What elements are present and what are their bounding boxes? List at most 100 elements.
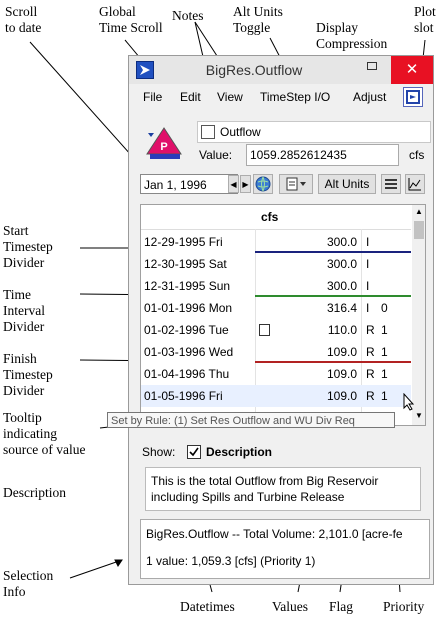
minimize-button[interactable] — [357, 58, 387, 80]
scrollbar-thumb[interactable] — [414, 221, 424, 239]
value-label: Value: — [199, 148, 233, 162]
show-label: Show: — [142, 445, 176, 459]
window-title: BigRes.Outflow — [205, 62, 303, 78]
row-flag: I — [366, 257, 370, 271]
table-row[interactable]: 01-04-1996 Thu 109.0 R 1 — [141, 363, 411, 385]
slot-dialog-window: BigRes.Outflow ✕ File Edit View TimeStep… — [128, 55, 434, 585]
row-value[interactable]: 300.0 — [255, 235, 357, 249]
row-value[interactable]: 300.0 — [255, 257, 357, 271]
row-value[interactable]: 109.0 — [255, 389, 357, 403]
row-priority: 1 — [381, 323, 388, 337]
row-flag: R — [366, 323, 375, 337]
scroll-up-icon[interactable]: ▲ — [415, 207, 423, 216]
description-text: This is the total Outflow from Big Reser… — [145, 467, 421, 511]
row-flag: R — [366, 345, 375, 359]
scroll-down-icon[interactable]: ▼ — [415, 411, 423, 420]
annotation-flag: Flag — [329, 599, 354, 614]
units-label: cfs — [409, 148, 425, 162]
close-icon: ✕ — [405, 61, 419, 78]
selection-summary: BigRes.Outflow -- Total Volume: 2,101.0 … — [146, 527, 403, 541]
menu-bar: File Edit View TimeStep I/O Adjust — [129, 86, 433, 108]
menu-edit[interactable]: Edit — [180, 90, 201, 104]
checkmark-icon — [189, 447, 199, 457]
notes-button[interactable] — [279, 174, 313, 194]
display-compression-button[interactable] — [381, 174, 401, 194]
row-flag: I — [366, 301, 370, 315]
table-row[interactable]: 01-03-1996 Wed 109.0 R 1 — [141, 341, 411, 363]
annotation-notes: Notes — [172, 8, 204, 23]
date-forward-button[interactable]: ▶ — [240, 175, 251, 193]
slot-picture-letter: P — [160, 141, 167, 153]
row-priority: 0 — [381, 301, 388, 315]
selection-info-panel: BigRes.Outflow -- Total Volume: 2,101.0 … — [140, 519, 430, 579]
row-value[interactable]: 316.4 — [255, 301, 357, 315]
window-toggle-icon[interactable] — [403, 87, 423, 107]
column-header: cfs — [141, 205, 411, 230]
arrow-right-icon: ▶ — [242, 180, 249, 189]
row-datetime: 01-05-1996 Fri — [144, 389, 223, 403]
annotation-finish-timestep-divider: Finish Timestep Divider — [3, 351, 53, 398]
annotation-start-timestep-divider: Start Timestep Divider — [3, 223, 53, 270]
scroll-to-date-field[interactable]: Jan 1, 1996 — [140, 174, 238, 194]
menu-view[interactable]: View — [217, 90, 243, 104]
table-row[interactable]: 12-30-1995 Sat 300.0 I — [141, 253, 411, 275]
compression-lines-icon — [385, 179, 397, 189]
row-value[interactable]: 110.0 — [255, 323, 357, 337]
slot-name: Outflow — [220, 125, 261, 139]
column-header-units: cfs — [261, 210, 279, 224]
table-row[interactable]: 01-02-1996 Tue 110.0 R 1 — [141, 319, 411, 341]
table-row[interactable]: 12-31-1995 Sun 300.0 I — [141, 275, 411, 297]
plot-slot-button[interactable] — [405, 174, 425, 194]
row-datetime: 01-02-1996 Tue — [144, 323, 229, 337]
plot-icon — [408, 178, 421, 191]
annotation-plot-slot: Plot slot — [414, 4, 436, 35]
minimize-icon — [367, 62, 377, 70]
annotation-description: Description — [3, 485, 66, 500]
description-checkbox[interactable] — [187, 445, 201, 459]
annotation-global-time-scroll: Global Time Scroll — [99, 4, 163, 35]
annotation-scroll-to-date: Scroll to date — [5, 4, 42, 35]
row-datetime: 01-03-1996 Wed — [144, 345, 234, 359]
mouse-cursor-icon — [403, 393, 415, 411]
globe-icon — [255, 176, 271, 192]
menu-timestep-io[interactable]: TimeStep I/O — [260, 90, 330, 104]
row-flag: I — [366, 279, 370, 293]
annotation-display-compression: Display Compression — [316, 20, 388, 51]
row-value[interactable]: 300.0 — [255, 279, 357, 293]
date-back-button[interactable]: ◀ — [228, 175, 239, 193]
row-datetime: 01-01-1996 Mon — [144, 301, 233, 315]
timeseries-table: cfs 12-29-1995 Fri 300.0 I 12-30-1995 Sa… — [140, 204, 426, 426]
series-slot-icon — [201, 125, 215, 139]
notes-icon — [286, 177, 306, 191]
menu-adjust[interactable]: Adjust — [353, 90, 386, 104]
alt-units-button[interactable]: Alt Units — [318, 174, 376, 194]
row-value[interactable]: 109.0 — [255, 367, 357, 381]
close-button[interactable]: ✕ — [391, 56, 433, 84]
row-datetime: 12-29-1995 Fri — [144, 235, 223, 249]
table-scrollbar[interactable]: ▲ ▼ — [412, 205, 425, 425]
description-checkbox-label: Description — [206, 445, 273, 459]
row-priority: 1 — [381, 345, 388, 359]
arrow-left-icon: ◀ — [230, 180, 237, 189]
global-time-scroll-button[interactable] — [253, 174, 273, 194]
annotation-values: Values — [272, 599, 308, 614]
table-row[interactable]: 12-29-1995 Fri 300.0 I — [141, 231, 411, 253]
row-flag: R — [366, 389, 375, 403]
value-source-tooltip: Set by Rule: (1) Set Res Outflow and WU … — [107, 412, 395, 428]
selection-value-detail: 1 value: 1,059.3 [cfs] (Priority 1) — [146, 554, 316, 568]
value-field[interactable]: 1059.2852612435 — [246, 144, 399, 166]
annotation-tooltip-source: Tooltip indicating source of value — [3, 410, 86, 457]
annotation-time-interval-divider: Time Interval Divider — [3, 287, 45, 334]
row-flag: R — [366, 367, 375, 381]
reservoir-slot-icon: P — [144, 126, 184, 165]
menu-file[interactable]: File — [143, 90, 162, 104]
row-priority: 1 — [381, 389, 388, 403]
title-bar[interactable]: BigRes.Outflow ✕ — [129, 56, 433, 84]
row-value[interactable]: 109.0 — [255, 345, 357, 359]
row-flag: I — [366, 235, 370, 249]
row-datetime: 12-30-1995 Sat — [144, 257, 227, 271]
table-row-selected[interactable]: 01-05-1996 Fri 109.0 R 1 — [141, 385, 411, 407]
annotation-priority: Priority — [383, 599, 425, 614]
table-row[interactable]: 01-01-1996 Mon 316.4 I 0 — [141, 297, 411, 319]
row-datetime: 01-04-1996 Thu — [144, 367, 230, 381]
